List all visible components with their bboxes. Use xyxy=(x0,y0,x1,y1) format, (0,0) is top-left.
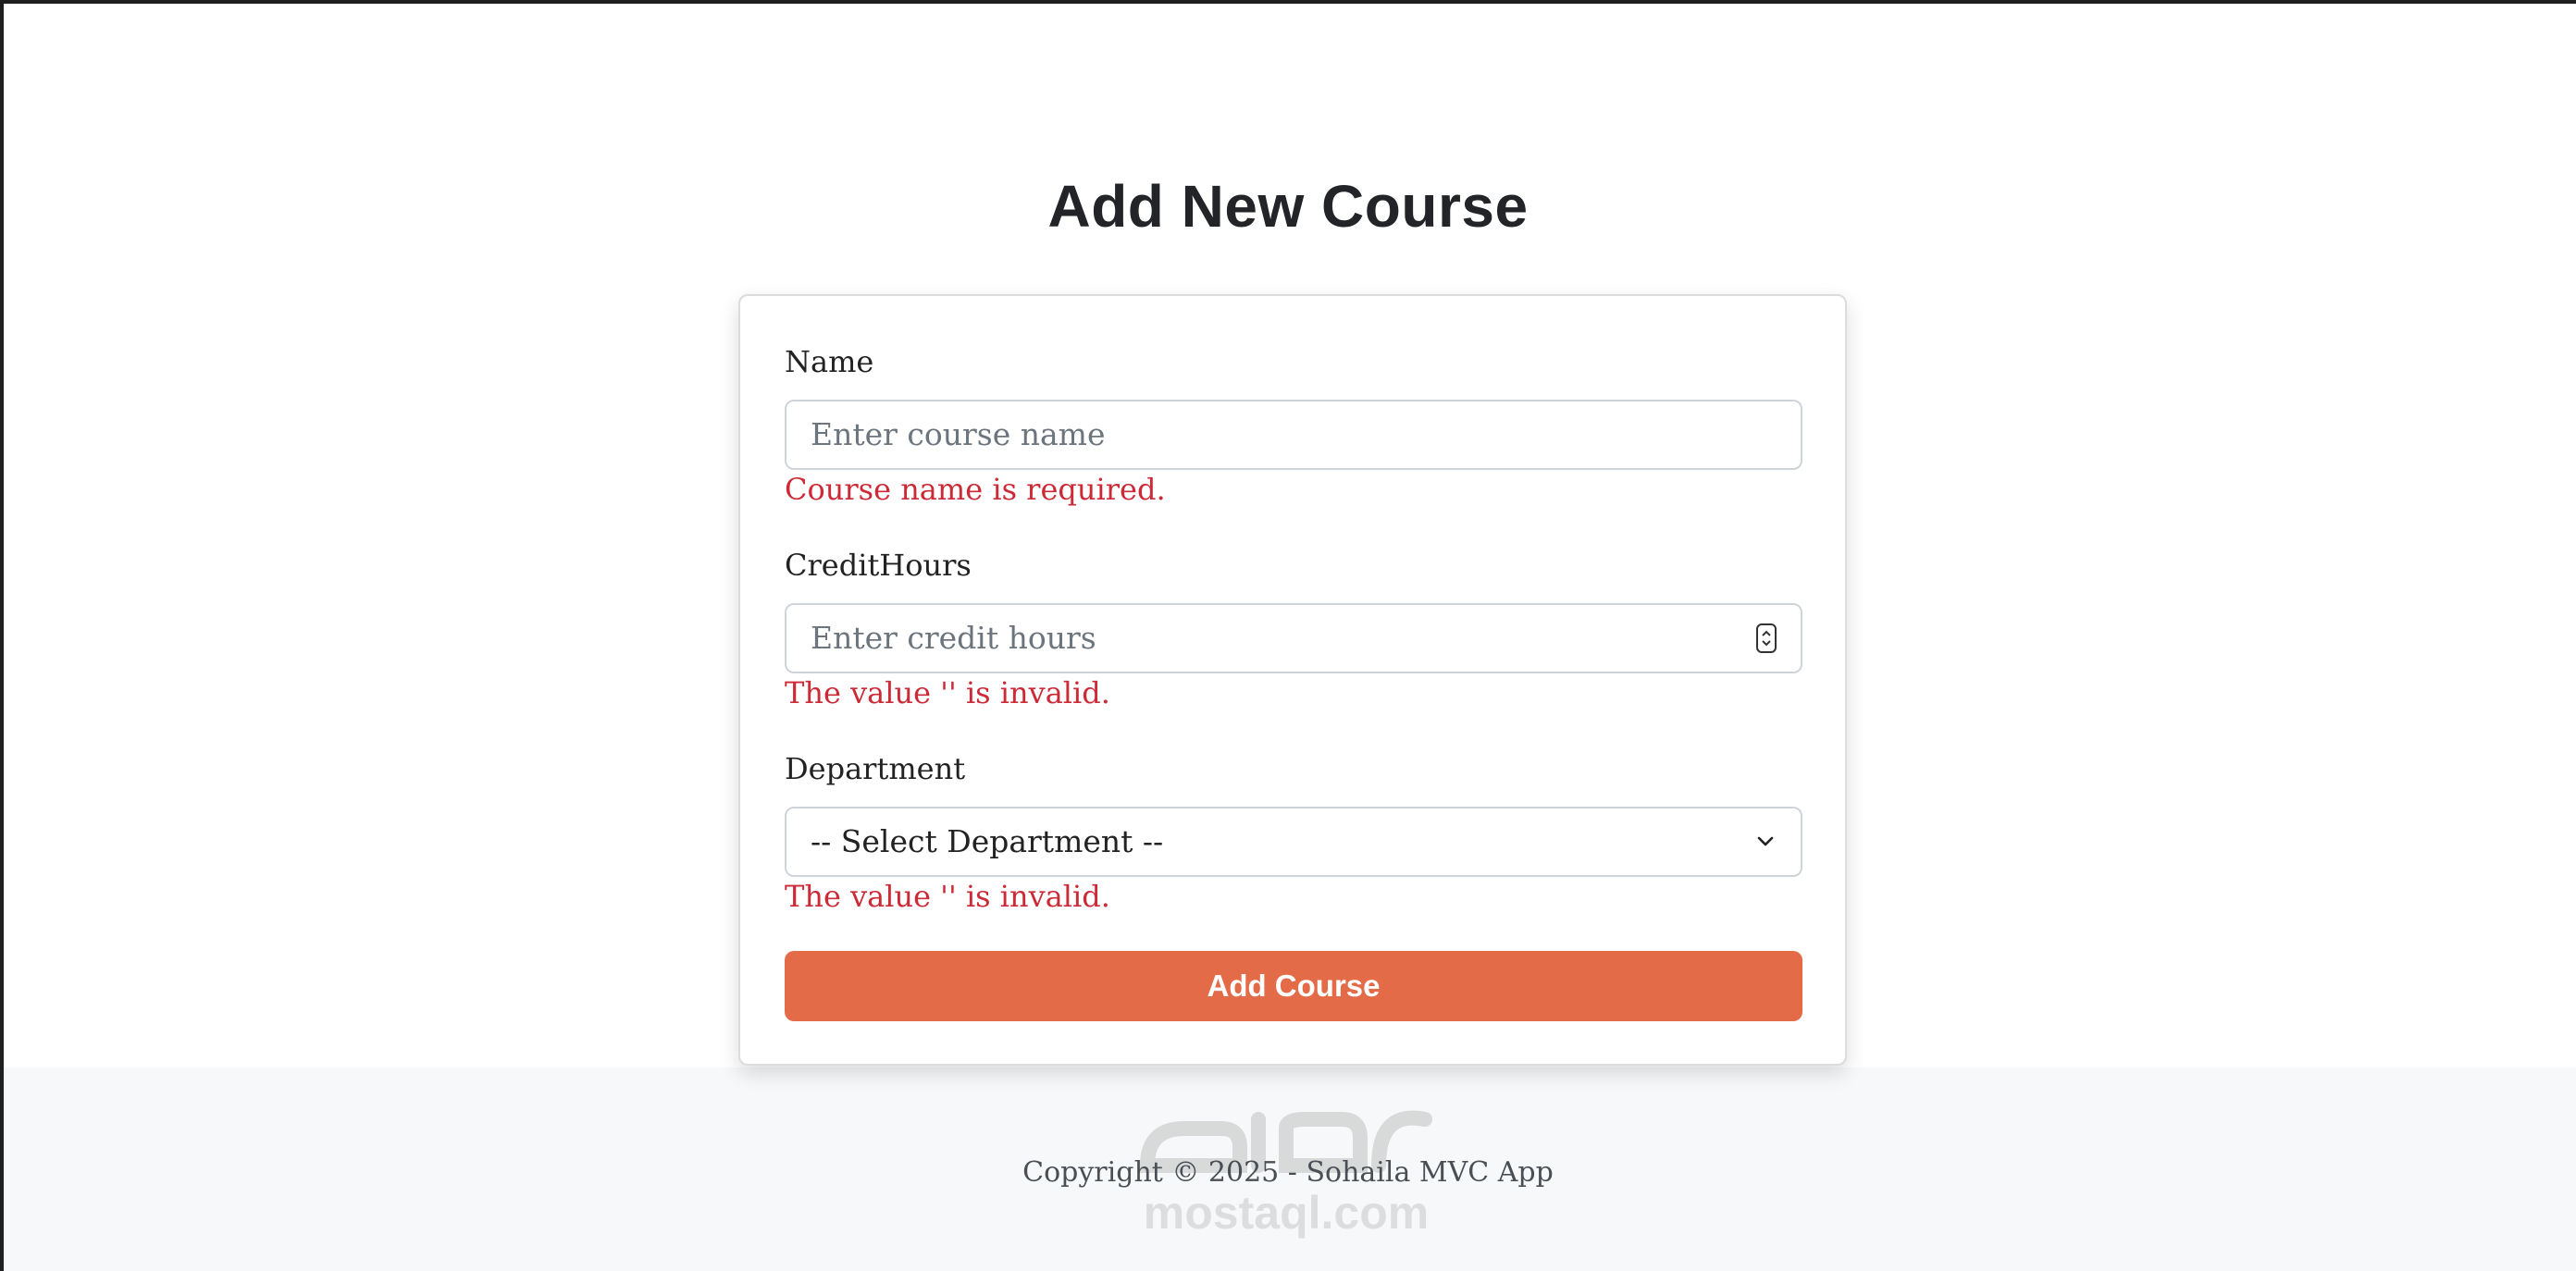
course-name-error: Course name is required. xyxy=(785,472,1166,507)
credit-hours-label: CreditHours xyxy=(785,548,972,583)
course-name-input[interactable]: Enter course name xyxy=(785,400,1802,470)
department-select[interactable]: -- Select Department -- xyxy=(785,807,1802,877)
credit-hours-input[interactable]: Enter credit hours xyxy=(785,603,1802,673)
credit-hours-error: The value '' is invalid. xyxy=(785,675,1110,710)
watermark-text: mostaql.com xyxy=(1143,1187,1430,1239)
department-label: Department xyxy=(785,751,966,786)
credit-hours-placeholder: Enter credit hours xyxy=(811,620,1096,656)
course-name-placeholder: Enter course name xyxy=(811,416,1106,452)
department-error: The value '' is invalid. xyxy=(785,879,1110,914)
page-title: Add New Course xyxy=(1047,173,1529,240)
add-course-button[interactable]: Add Course xyxy=(785,951,1802,1021)
department-selected-value: -- Select Department -- xyxy=(811,823,1164,859)
course-form-card: Name Enter course name Course name is re… xyxy=(738,294,1847,1066)
spinner-icon[interactable] xyxy=(1756,623,1777,653)
footer-copyright: Copyright © 2025 - Sohaila MVC App xyxy=(1022,1156,1554,1189)
chevron-down-icon xyxy=(1757,836,1774,846)
name-label: Name xyxy=(785,344,874,379)
